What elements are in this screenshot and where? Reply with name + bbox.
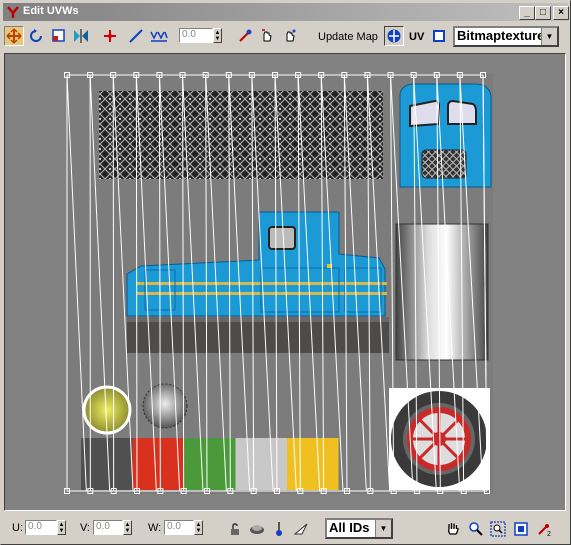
w-spinner[interactable]: ▲ ▼ [194,520,203,535]
move-button[interactable] [4,26,24,46]
uv-canvas[interactable] [5,54,566,511]
spin-down-icon: ▼ [58,527,65,534]
svg-text:2: 2 [547,531,551,537]
filter-icon [293,523,308,535]
spin-down-icon: ▼ [214,35,221,42]
threshold-spinner-field[interactable]: 0.0 [179,28,213,43]
color-swatch [81,438,133,490]
add-vertex-button[interactable] [100,26,120,46]
hide-button[interactable] [247,519,267,539]
minimize-icon: _ [524,7,530,18]
update-map-label[interactable]: Update Map [318,31,378,43]
window-title: Edit UVWs [23,5,79,17]
v-label: V: [80,522,90,534]
map-select[interactable]: Bitmaptexture ▼ [453,26,559,47]
u-spinner[interactable]: ▲ ▼ [57,520,66,535]
zoom-region-icon [490,521,506,537]
pan-button[interactable] [443,519,463,539]
color-swatch [132,438,184,490]
spin-down-icon: ▼ [195,527,202,534]
snap-icon: 2 [538,524,551,537]
line-icon [129,29,143,43]
zoom-button[interactable] [466,519,486,539]
id-filter-select[interactable]: All IDs ▼ [325,518,393,539]
square-icon [433,30,445,42]
pan-hand-icon [448,523,459,535]
grille-mesh-texture [99,91,383,179]
maximize-button[interactable]: □ [535,6,551,20]
spin-down-icon: ▼ [124,527,131,534]
title-bar: Edit UVWs _ □ × [3,3,569,21]
u-value-field[interactable]: 0.0 [25,520,57,535]
minimize-button[interactable]: _ [519,6,535,20]
mirror-icon [74,29,88,43]
freeze-icon [276,522,282,536]
maximize-icon: □ [539,7,547,18]
scale-icon [52,29,65,42]
map-select-value: Bitmaptexture [457,28,545,43]
id-filter-value: All IDs [329,520,370,535]
color-swatch [235,438,287,490]
weld-button[interactable] [149,26,169,46]
zoom-icon [469,522,483,536]
color-swatch [184,438,236,490]
move-icon [6,28,22,44]
snap-button[interactable]: 2 [534,519,554,539]
line-button[interactable] [126,26,146,46]
zoom-region-button[interactable] [488,519,508,539]
hand-pick-icon [262,29,272,42]
zoom-extents-button[interactable] [511,519,531,539]
threshold-spinner-arrows[interactable]: ▲ ▼ [213,28,222,43]
w-value-field[interactable]: 0.0 [164,520,194,535]
u-label: U: [12,522,23,534]
zoom-extents-icon [514,522,528,536]
hand-pick-button[interactable] [257,26,277,46]
chevron-down-icon: ▼ [541,28,557,45]
scale-button[interactable] [49,26,69,46]
close-icon: × [558,7,564,18]
pick-icon [239,29,252,42]
edit-uvws-window: Edit UVWs _ □ × 0.0 ▲ ▼ Update Map UV Bi… [0,0,571,545]
rotate-button[interactable] [26,26,46,46]
lock-icon [231,523,239,535]
weld-icon [150,31,168,42]
lock-selection-button[interactable] [225,519,245,539]
filter-button[interactable] [291,519,311,539]
headlight-gray-texture [142,383,188,429]
pick-button[interactable] [235,26,255,46]
chevron-down-icon: ▼ [375,520,391,537]
v-spinner[interactable]: ▲ ▼ [123,520,132,535]
uv-viewport[interactable] [4,53,566,511]
show-map-button[interactable] [429,26,449,46]
app-icon [7,6,19,18]
w-label: W: [148,522,162,534]
hand-pick-alt-icon [286,29,296,42]
add-vertex-icon [104,30,116,42]
v-value-field[interactable]: 0.0 [93,520,123,535]
close-button[interactable]: × [553,6,569,20]
texture-checker-button[interactable] [384,26,404,46]
status-bar: U: 0.0 ▲ ▼ V: 0.0 ▲ ▼ W: 0.0 ▲ ▼ All IDs… [1,514,570,542]
rotate-icon [30,29,42,42]
checker-icon [387,29,401,43]
uv-axis-toggle[interactable]: UV [409,31,424,43]
freeze-button[interactable] [269,519,289,539]
hide-icon [250,525,264,534]
uv-edge[interactable] [135,74,138,492]
hand-pick-alt-button[interactable] [280,26,300,46]
mirror-button[interactable] [71,26,91,46]
uv-toolbar: 0.0 ▲ ▼ Update Map UV Bitmaptexture ▼ [1,23,570,51]
